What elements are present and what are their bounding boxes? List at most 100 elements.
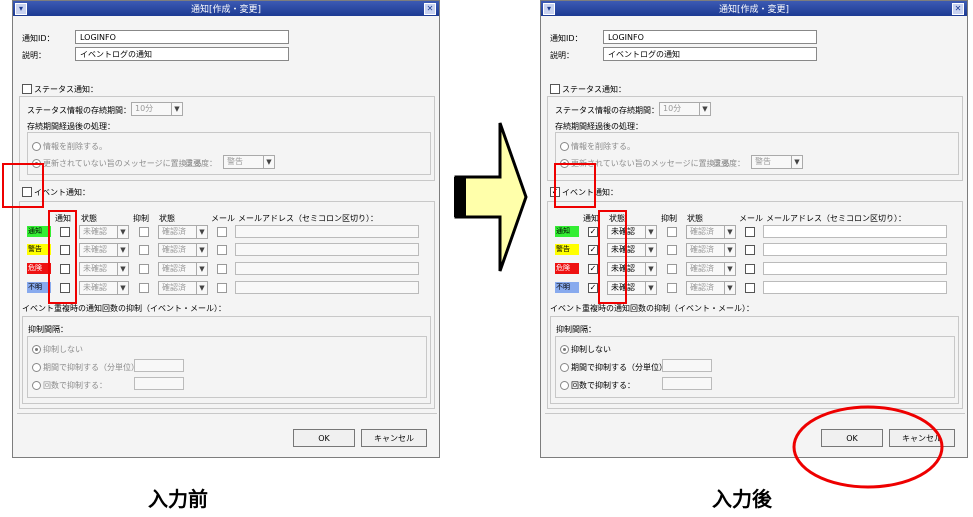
mail-checkbox[interactable] [745, 283, 755, 293]
count-suppress-label: 回数で抑制する： [43, 381, 107, 390]
state2-select[interactable]: 確認済 ▼ [158, 243, 208, 257]
period-input[interactable] [662, 359, 712, 372]
mail-checkbox[interactable] [217, 227, 227, 237]
no-suppress-label: 抑制しない [571, 345, 611, 354]
delete-info-radio[interactable] [560, 142, 569, 151]
highlight-ok-ellipse [792, 405, 944, 489]
state2-select[interactable]: 確認済 ▼ [158, 262, 208, 276]
status-retention-value: 10分 [135, 104, 154, 113]
state-select[interactable]: 未確認 ▼ [79, 262, 129, 276]
close-icon[interactable]: ✕ [952, 3, 964, 15]
status-retention-select[interactable]: 10分 ▼ [131, 102, 183, 116]
chevron-down-icon: ▼ [699, 103, 710, 115]
state-select[interactable]: 未確認 ▼ [79, 243, 129, 257]
suppress-checkbox[interactable] [667, 245, 677, 255]
notify-id-input[interactable]: LOGINFO [75, 30, 289, 44]
status-notify-checkbox[interactable] [22, 84, 32, 94]
period-input[interactable] [134, 359, 184, 372]
col-mail-address: メールアドレス（セミコロン区切り）： [766, 214, 906, 223]
chevron-down-icon: ▼ [117, 263, 128, 275]
suppress-checkbox[interactable] [667, 283, 677, 293]
col-mail: メール [739, 214, 763, 223]
state2-select[interactable]: 確認済 ▼ [158, 281, 208, 295]
state2-select[interactable]: 確認済 ▼ [686, 262, 736, 276]
no-suppress-radio[interactable] [32, 345, 41, 354]
notify-checkbox[interactable]: ✓ [588, 264, 598, 274]
suppress-section-label: イベント重複時の通知回数の抑制（イベント・メール）： [22, 304, 226, 313]
mail-address-input[interactable] [763, 225, 947, 238]
notify-id-label: 通知ID： [550, 34, 583, 43]
chevron-down-icon: ▼ [645, 282, 656, 294]
status-retention-select[interactable]: 10分 ▼ [659, 102, 711, 116]
no-suppress-radio[interactable] [560, 345, 569, 354]
mail-address-input[interactable] [763, 262, 947, 275]
col-notify: 通知 [583, 214, 599, 223]
status-notify-checkbox[interactable] [550, 84, 560, 94]
count-suppress-radio[interactable] [32, 381, 41, 390]
ok-button[interactable]: OK [293, 429, 355, 447]
suppress-checkbox[interactable] [139, 264, 149, 274]
count-suppress-radio[interactable] [560, 381, 569, 390]
notify-id-label: 通知ID： [22, 34, 55, 43]
state2-select[interactable]: 確認済 ▼ [686, 243, 736, 257]
severity-badge: 警告 [555, 244, 579, 255]
mail-checkbox[interactable] [217, 245, 227, 255]
suppress-checkbox[interactable] [139, 245, 149, 255]
col-suppress: 抑制 [133, 214, 149, 223]
mail-address-input[interactable] [235, 225, 419, 238]
count-suppress-label: 回数で抑制する： [571, 381, 635, 390]
severity-badge: 危険 [555, 263, 579, 274]
state2-select[interactable]: 確認済 ▼ [686, 225, 736, 239]
delete-info-label: 情報を削除する。 [571, 142, 635, 151]
mail-checkbox[interactable] [217, 283, 227, 293]
notify-checkbox[interactable]: ✓ [588, 283, 598, 293]
suppress-checkbox[interactable] [139, 283, 149, 293]
caption-before: 入力前 [148, 487, 208, 511]
severity-select[interactable]: 警告 ▼ [223, 155, 275, 169]
mail-address-input[interactable] [763, 243, 947, 256]
suppress-checkbox[interactable] [667, 227, 677, 237]
state-value: 未確認 [83, 245, 107, 254]
notify-checkbox[interactable]: ✓ [588, 245, 598, 255]
state-select[interactable]: 未確認 ▼ [79, 225, 129, 239]
dialog-title: 通知[作成・変更] [718, 5, 790, 15]
notify-checkbox[interactable]: ✓ [588, 227, 598, 237]
mail-checkbox[interactable] [745, 227, 755, 237]
description-input[interactable]: イベントログの通知 [75, 47, 289, 61]
delete-info-label: 情報を削除する。 [43, 142, 107, 151]
count-input[interactable] [134, 377, 184, 390]
col-mail: メール [211, 214, 235, 223]
mail-address-input[interactable] [763, 281, 947, 294]
period-suppress-radio[interactable] [32, 363, 41, 372]
mail-address-input[interactable] [235, 243, 419, 256]
severity-select[interactable]: 警告 ▼ [751, 155, 803, 169]
expired-handling-label: 存続期間経過後の処理： [27, 122, 115, 131]
suppress-checkbox[interactable] [667, 264, 677, 274]
severity-badge: 不明 [555, 282, 579, 293]
suppress-checkbox[interactable] [139, 227, 149, 237]
mail-address-input[interactable] [235, 281, 419, 294]
mail-checkbox[interactable] [745, 264, 755, 274]
period-suppress-radio[interactable] [560, 363, 569, 372]
mail-checkbox[interactable] [745, 245, 755, 255]
mail-checkbox[interactable] [217, 264, 227, 274]
col-state: 状態 [81, 214, 97, 223]
state-select[interactable]: 未確認 ▼ [79, 281, 129, 295]
state2-select[interactable]: 確認済 ▼ [158, 225, 208, 239]
close-icon[interactable]: ✕ [424, 3, 436, 15]
chevron-down-icon: ▼ [645, 263, 656, 275]
description-input[interactable]: イベントログの通知 [603, 47, 817, 61]
description-label: 説明： [22, 51, 46, 60]
count-input[interactable] [662, 377, 712, 390]
status-retention-label: ステータス情報の存続期間： [555, 106, 659, 115]
delete-info-radio[interactable] [32, 142, 41, 151]
state-value: 未確認 [83, 264, 107, 273]
mail-address-input[interactable] [235, 262, 419, 275]
chevron-down-icon: ▼ [196, 226, 207, 238]
col-state2: 状態 [687, 214, 703, 223]
notify-id-input[interactable]: LOGINFO [603, 30, 817, 44]
chevron-down-icon: ▼ [263, 156, 274, 168]
cancel-button[interactable]: キャンセル [361, 429, 427, 447]
state-value: 未確認 [83, 283, 107, 292]
state2-select[interactable]: 確認済 ▼ [686, 281, 736, 295]
